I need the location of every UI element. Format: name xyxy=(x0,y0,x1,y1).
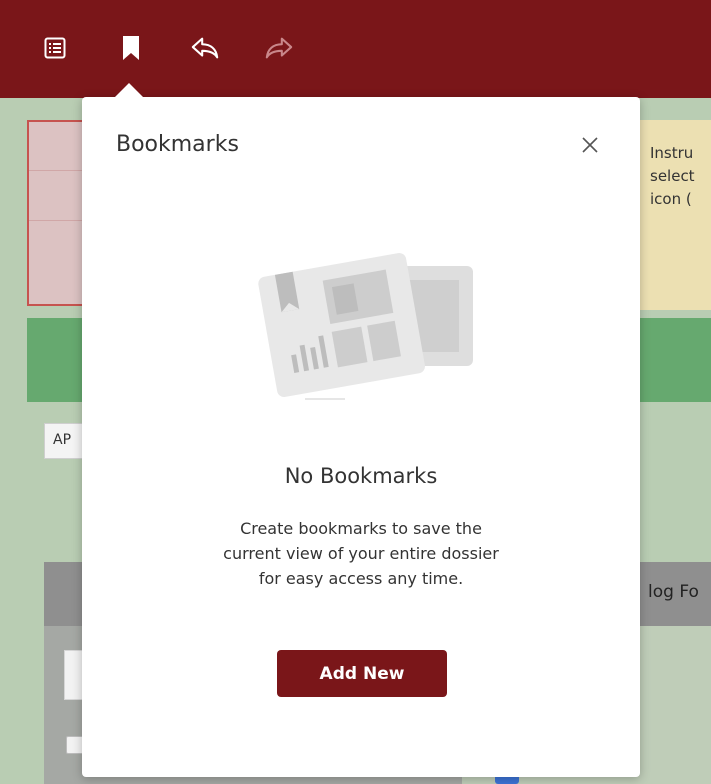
empty-state-title: No Bookmarks xyxy=(284,464,438,488)
background-left-panel xyxy=(27,120,87,306)
table-of-contents-icon[interactable] xyxy=(40,33,70,63)
popover-arrow xyxy=(115,83,143,97)
empty-bookmarks-illustration-icon xyxy=(247,242,477,412)
close-icon[interactable] xyxy=(578,133,602,157)
bookmark-icon[interactable] xyxy=(116,33,146,63)
empty-state-description: Create bookmarks to save the current vie… xyxy=(223,519,499,588)
background-header-text: log Fo xyxy=(648,582,699,602)
redo-icon[interactable] xyxy=(264,33,294,63)
undo-icon[interactable] xyxy=(190,33,220,63)
instructions-panel: Instru select icon ( xyxy=(640,120,711,310)
bookmarks-popover: Bookmarks No Bookmarks Create bookmarks … xyxy=(82,83,640,777)
popover-title: Bookmarks xyxy=(116,132,239,157)
add-new-bookmark-button[interactable]: Add New xyxy=(277,650,447,697)
top-toolbar xyxy=(0,0,711,98)
